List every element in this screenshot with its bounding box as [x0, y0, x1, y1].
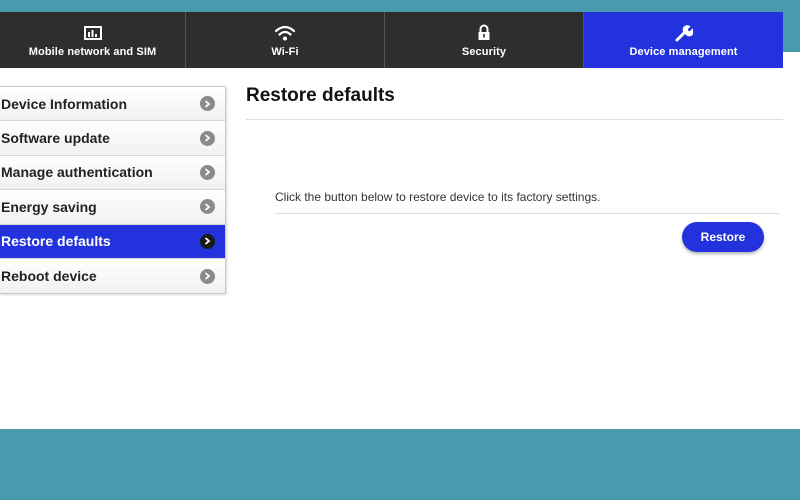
sidebar-item-software-update[interactable]: Software update	[0, 121, 225, 156]
sidebar-item-label: Reboot device	[1, 268, 97, 285]
sidebar-menu: Device Information Software update Manag…	[0, 86, 226, 295]
wifi-icon	[275, 23, 295, 43]
sidebar-item-label: Software update	[1, 130, 110, 147]
tab-label: Mobile network and SIM	[28, 45, 157, 58]
chevron-right-icon	[200, 164, 215, 180]
top-navigation: Mobile network and SIM Wi-Fi Security De…	[0, 12, 783, 68]
sim-card-icon	[83, 23, 102, 43]
chevron-right-icon	[200, 199, 215, 215]
sidebar-item-restore-defaults[interactable]: Restore defaults	[0, 224, 225, 259]
restore-description: Click the button below to restore device…	[275, 190, 601, 204]
tab-wifi[interactable]: Wi-Fi	[186, 12, 385, 68]
sidebar-item-device-information[interactable]: Device Information	[0, 87, 225, 122]
chevron-right-icon	[200, 233, 215, 249]
sidebar-item-manage-authentication[interactable]: Manage authentication	[0, 155, 225, 191]
tab-label: Security	[461, 45, 507, 58]
divider	[246, 119, 783, 120]
tab-mobile-network-and-sim[interactable]: Mobile network and SIM	[0, 12, 186, 68]
sidebar-item-label: Device Information	[1, 95, 128, 112]
tab-label: Device management	[629, 45, 738, 58]
tab-device-management[interactable]: Device management	[584, 12, 783, 68]
chevron-right-icon	[200, 130, 215, 146]
chevron-right-icon	[200, 96, 215, 112]
sidebar-item-label: Energy saving	[1, 198, 97, 215]
divider	[275, 213, 780, 214]
sidebar-item-label: Restore defaults	[1, 233, 111, 250]
wrench-icon	[675, 23, 693, 43]
restore-button[interactable]: Restore	[682, 222, 764, 252]
chevron-right-icon	[200, 268, 215, 284]
sidebar-item-label: Manage authentication	[1, 164, 153, 181]
tab-security[interactable]: Security	[385, 12, 584, 68]
sidebar-item-energy-saving[interactable]: Energy saving	[0, 190, 225, 225]
lock-icon	[477, 23, 491, 43]
page-title: Restore defaults	[246, 85, 395, 106]
sidebar-item-reboot-device[interactable]: Reboot device	[0, 258, 225, 294]
tab-label: Wi-Fi	[271, 45, 299, 58]
